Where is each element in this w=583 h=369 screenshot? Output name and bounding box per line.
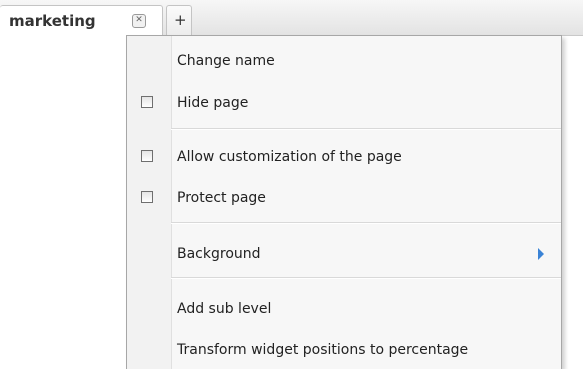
menu-item-label: Background <box>177 246 261 262</box>
menu-item-label: Hide page <box>177 95 249 111</box>
protect-page-checkbox[interactable] <box>141 191 153 203</box>
menu-item-change-name[interactable]: Change name <box>127 46 561 76</box>
menu-separator <box>171 222 561 224</box>
tab-marketing[interactable]: marketing ✕ <box>0 5 163 36</box>
tab-close-icon[interactable]: ✕ <box>132 14 146 28</box>
menu-item-label: Allow customization of the page <box>177 149 402 165</box>
menu-separator <box>171 277 561 279</box>
allow-customization-checkbox[interactable] <box>141 150 153 162</box>
menu-item-label: Transform widget positions to percentage <box>177 342 469 358</box>
add-tab-label: + <box>174 11 187 29</box>
submenu-arrow-icon <box>538 248 544 260</box>
add-tab-button[interactable]: + <box>166 5 192 36</box>
page-context-menu: Change name Hide page Allow customizatio… <box>126 35 562 369</box>
menu-item-label: Change name <box>177 53 275 69</box>
menu-item-add-sub-level[interactable]: Add sub level <box>127 294 561 324</box>
menu-item-allow-customization[interactable]: Allow customization of the page <box>127 142 561 172</box>
menu-item-hide-page[interactable]: Hide page <box>127 88 561 118</box>
menu-item-protect-page[interactable]: Protect page <box>127 183 561 213</box>
menu-item-label: Protect page <box>177 190 266 206</box>
menu-item-label: Add sub level <box>177 301 272 317</box>
hide-page-checkbox[interactable] <box>141 96 153 108</box>
menu-separator <box>171 128 561 130</box>
menu-item-background[interactable]: Background <box>127 239 561 269</box>
page-tab-bar: marketing ✕ + <box>0 0 583 36</box>
tab-marketing-label: marketing <box>9 12 96 30</box>
menu-item-transform-widget-positions[interactable]: Transform widget positions to percentage <box>127 335 561 365</box>
